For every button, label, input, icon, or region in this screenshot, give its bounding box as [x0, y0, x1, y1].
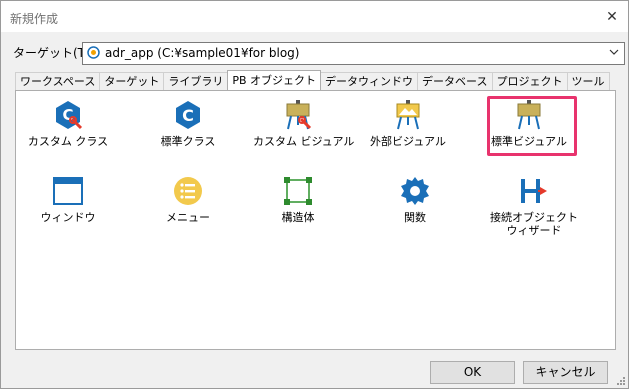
tab-target[interactable]: ターゲット — [99, 72, 165, 90]
chevron-down-icon — [609, 49, 619, 55]
function-icon — [401, 177, 429, 205]
svg-text:C: C — [182, 106, 194, 125]
close-icon: ✕ — [606, 8, 618, 25]
item-function[interactable]: 関数 — [370, 175, 460, 224]
target-value: adr_app (C:¥sample01¥for blog) — [105, 46, 300, 60]
item-label: 接続オブジェクト ウィザード — [490, 211, 578, 237]
tab-workspace[interactable]: ワークスペース — [15, 72, 101, 90]
item-structure[interactable]: 構造体 — [253, 175, 343, 224]
item-custom-class[interactable]: C カスタム クラス — [23, 99, 113, 148]
item-standard-visual[interactable]: 標準ビジュアル — [484, 99, 574, 148]
resize-grip-icon[interactable] — [616, 376, 626, 386]
item-label: 標準ビジュアル — [491, 135, 567, 148]
tab-project[interactable]: プロジェクト — [491, 72, 568, 90]
dialog-title: 新規作成 — [10, 12, 59, 26]
tab-pb-object[interactable]: PB オブジェクト — [227, 70, 322, 90]
tab-tools[interactable]: ツール — [566, 72, 610, 90]
standard-visual-icon — [517, 100, 541, 130]
custom-class-icon: C — [56, 101, 83, 130]
target-combobox[interactable]: adr_app (C:¥sample01¥for blog) — [82, 42, 625, 65]
item-label: 標準クラス — [160, 135, 216, 148]
tab-database[interactable]: データベース — [417, 72, 493, 90]
item-custom-visual[interactable]: カスタム ビジュアル — [253, 99, 355, 148]
pb-object-panel: C カスタム クラス C 標準クラス カスタム ビジュアル 外部ビジュアル 標準… — [15, 90, 616, 350]
standard-class-icon: C — [176, 101, 200, 129]
item-external-visual[interactable]: 外部ビジュアル — [363, 99, 453, 148]
title-bar: 新規作成 ✕ — [1, 1, 628, 32]
menu-icon — [174, 177, 202, 205]
custom-visual-icon — [286, 100, 312, 130]
item-label: 構造体 — [281, 211, 315, 224]
item-connection-wizard[interactable]: 接続オブジェクト ウィザード — [484, 175, 584, 237]
window-icon — [53, 177, 83, 205]
item-menu[interactable]: メニュー — [143, 175, 233, 224]
external-visual-icon — [396, 100, 420, 130]
svg-text:C: C — [62, 106, 73, 124]
structure-icon — [284, 177, 312, 205]
ok-button[interactable]: OK — [430, 361, 515, 384]
item-label: 外部ビジュアル — [370, 135, 446, 148]
close-button[interactable]: ✕ — [596, 1, 628, 32]
item-label: メニュー — [166, 211, 210, 224]
item-label: ウィンドウ — [40, 211, 96, 224]
tab-library[interactable]: ライブラリ — [163, 72, 229, 90]
tab-strip: ワークスペース ターゲット ライブラリ PB オブジェクト データウィンドウ デ… — [15, 70, 610, 90]
new-object-dialog: 新規作成 ✕ ターゲット(T): adr_app (C:¥sample01¥fo… — [0, 0, 629, 389]
item-standard-class[interactable]: C 標準クラス — [143, 99, 233, 148]
item-label: カスタム クラス — [27, 135, 109, 148]
connection-wizard-icon — [521, 179, 547, 203]
item-label: カスタム ビジュアル — [253, 135, 355, 148]
item-window[interactable]: ウィンドウ — [23, 175, 113, 224]
cancel-button[interactable]: キャンセル — [523, 361, 608, 384]
target-app-icon — [87, 46, 100, 59]
item-label: 関数 — [404, 211, 426, 224]
tab-datawindow[interactable]: データウィンドウ — [320, 72, 419, 90]
